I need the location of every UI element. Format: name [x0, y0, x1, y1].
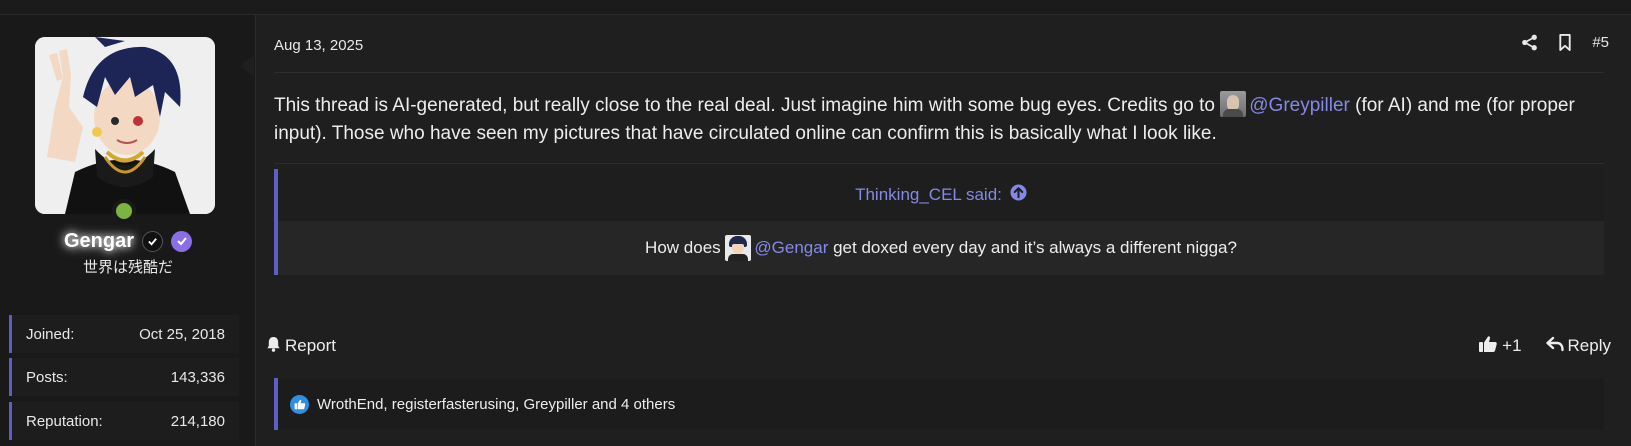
gengar-avatar[interactable] — [725, 235, 752, 261]
post-top-actions: #5 — [1521, 34, 1609, 51]
mention-greypiller[interactable]: @Greypiller — [1249, 95, 1350, 116]
mention-gengar[interactable]: @Gengar — [754, 238, 828, 258]
stat-label: Posts: — [26, 368, 68, 386]
like-count: +1 — [1502, 336, 1522, 355]
stat-value: 143,336 — [170, 368, 225, 386]
reply-icon — [1545, 336, 1564, 357]
bookmark-icon[interactable] — [1558, 34, 1572, 51]
like-button[interactable]: +1 — [1478, 335, 1522, 358]
post-date[interactable]: Aug 13, 2025 — [274, 37, 363, 54]
post-actions-right: +1 Reply — [1478, 335, 1611, 358]
post-container: Gengar 世界は残酷だ Joined: Oct 25, 2018 Posts… — [0, 14, 1631, 446]
post-actions-left: Report — [266, 336, 336, 357]
arrow-up-circle-icon[interactable] — [1010, 184, 1027, 206]
reply-button[interactable]: Reply — [1545, 336, 1611, 357]
stat-reputation: Reputation: 214,180 — [9, 402, 239, 440]
report-button[interactable]: Report — [266, 336, 336, 357]
quote-header[interactable]: Thinking_CEL said: — [278, 169, 1604, 221]
quote-body: How does @Gengar get doxed every day and… — [278, 221, 1604, 275]
stat-posts: Posts: 143,336 — [9, 358, 239, 396]
staff-badge-icon — [142, 230, 164, 252]
bell-icon — [266, 336, 281, 357]
username-row: Gengar — [0, 227, 256, 255]
like-reaction-icon — [290, 394, 309, 414]
quote-text-before: How does — [645, 238, 721, 257]
verified-badge-icon — [171, 230, 193, 252]
user-avatar[interactable] — [35, 37, 215, 214]
greypiller-avatar[interactable] — [1220, 91, 1247, 117]
stat-value: 214,180 — [170, 412, 225, 430]
post-actions: Report +1 Reply — [266, 331, 1611, 361]
reactions-bar[interactable]: WrothEnd, registerfasterusing, Greypille… — [274, 378, 1604, 430]
user-title: 世界は残酷だ — [82, 259, 173, 276]
thumbs-up-icon — [1478, 335, 1498, 358]
quote-text-after: get doxed every day and it’s always a di… — [828, 238, 1237, 257]
post-number[interactable]: #5 — [1592, 34, 1609, 51]
anime-avatar-icon — [35, 37, 215, 214]
quote-block: Thinking_CEL said: How does @Gengar get … — [274, 169, 1604, 275]
stat-value: Oct 25, 2018 — [139, 325, 225, 343]
username[interactable]: Gengar — [64, 230, 134, 253]
divider — [274, 163, 1604, 164]
stat-label: Joined: — [26, 325, 75, 343]
message-text-part1: This thread is AI-generated, but really … — [274, 95, 1221, 116]
message-arrow — [240, 55, 254, 77]
report-label: Report — [285, 336, 337, 355]
quote-author[interactable]: Thinking_CEL said: — [855, 185, 1002, 205]
divider — [274, 72, 1604, 73]
share-icon[interactable] — [1521, 34, 1538, 51]
reactions-list[interactable]: WrothEnd, registerfasterusing, Greypille… — [317, 396, 675, 413]
post-message: This thread is AI-generated, but really … — [274, 91, 1614, 148]
stat-joined: Joined: Oct 25, 2018 — [9, 315, 239, 353]
user-panel: Gengar 世界は残酷だ Joined: Oct 25, 2018 Posts… — [0, 15, 256, 446]
reply-label: Reply — [1567, 336, 1611, 355]
post-main: Aug 13, 2025 #5 This thread is AI-genera… — [256, 15, 1631, 446]
stat-label: Reputation: — [26, 412, 103, 430]
online-status-indicator — [112, 199, 136, 223]
